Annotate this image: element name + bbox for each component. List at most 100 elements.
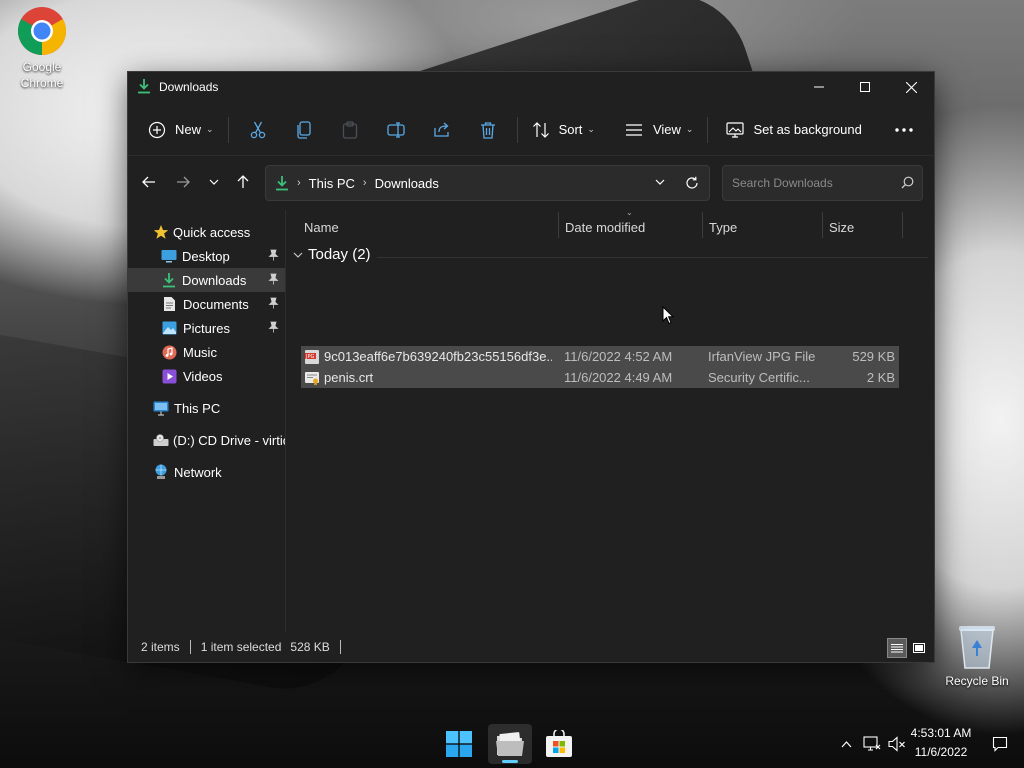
forward-button[interactable] [170,169,196,195]
plus-circle-icon [148,121,166,138]
sidebar-item-videos[interactable]: Videos [128,364,285,388]
chrome-icon [17,7,67,56]
certificate-file-icon [304,370,320,386]
address-bar[interactable]: › This PC › Downloads [265,165,710,201]
jpg-file-icon: JPG [304,349,320,365]
chevron-down-icon: ⌄ [587,124,595,134]
clock-date: 11/6/2022 [914,745,968,759]
details-view-button[interactable] [887,638,907,658]
sidebar-item-downloads[interactable]: Downloads [128,268,285,292]
search-input[interactable]: Search Downloads [722,165,923,201]
taskbar: 4:53:01 AM 11/6/2022 [0,720,1024,768]
desktop-icon-label: Google Chrome [20,60,64,90]
file-size: 2 KB [866,370,895,385]
new-button[interactable]: New ⌄ [140,113,222,147]
sidebar-item-cd-drive[interactable]: (D:) CD Drive - virtio [128,428,285,452]
column-header-size[interactable]: Size [829,210,899,244]
breadcrumb-downloads[interactable]: Downloads [375,176,439,191]
paste-button[interactable] [335,113,365,147]
up-button[interactable] [230,169,256,195]
large-icons-view-button[interactable] [909,638,929,658]
sidebar-item-desktop[interactable]: Desktop [128,244,285,268]
file-row[interactable]: JPG 9c013eaff6e7b639240fb23c55156df3e...… [301,346,899,367]
column-divider[interactable] [558,212,559,238]
file-list-pane: Name Date modified ⌄ Type Size Today (2)… [287,208,934,632]
sidebar-item-network[interactable]: Network [128,460,285,484]
sort-button[interactable]: Sort ⌄ [524,113,603,147]
pictures-icon [162,321,177,335]
group-divider [377,257,928,258]
volume-tray-button[interactable] [886,720,908,768]
minimize-button[interactable] [796,72,842,102]
sidebar-item-documents[interactable]: Documents [128,292,285,316]
network-tray-button[interactable] [860,720,884,768]
status-bar: 2 items 1 item selected 528 KB [128,632,934,662]
column-header-label: Name [304,219,339,235]
set-background-icon [726,121,745,138]
taskbar-file-explorer[interactable] [488,724,532,764]
column-divider[interactable] [702,212,703,238]
close-button[interactable] [888,72,934,102]
taskbar-microsoft-store[interactable] [537,724,581,764]
details-view-icon [891,643,903,652]
download-icon [137,78,151,97]
desktop-icon-chrome[interactable]: Google Chrome [2,6,82,91]
sidebar-item-label: Pictures [183,320,230,336]
share-icon [433,122,449,137]
sidebar-item-quick-access[interactable]: Quick access [128,220,285,244]
sort-indicator-icon: ⌄ [626,208,633,217]
column-header-name[interactable]: Name [304,210,559,244]
refresh-icon [686,176,698,189]
group-header-today[interactable]: Today (2) [293,246,371,263]
breadcrumb-this-pc[interactable]: This PC [309,176,355,191]
sidebar-item-label: Documents [183,296,249,312]
sidebar-item-music[interactable]: Music [128,340,285,364]
file-type: Security Certific... [708,370,810,385]
navigation-pane: Quick access Desktop Downloads Documents [128,210,286,632]
sidebar-item-this-pc[interactable]: This PC [128,396,285,420]
search-placeholder: Search Downloads [732,176,833,190]
new-label: New [175,122,202,137]
back-button[interactable] [136,169,162,195]
maximize-button[interactable] [842,72,888,102]
start-button[interactable] [437,724,481,764]
cut-button[interactable] [243,113,273,147]
column-header-type[interactable]: Type [709,210,819,244]
large-icons-view-icon [913,642,925,653]
set-as-background-button[interactable]: Set as background [718,113,869,147]
sidebar-item-label: This PC [174,400,221,416]
arrow-up-icon [237,175,249,188]
rename-button[interactable] [381,113,411,147]
file-explorer-window: Downloads New ⌄ Sort ⌄ View ⌄ Set as bac… [127,71,935,663]
toolbar-divider [227,116,229,143]
address-history-button[interactable] [655,179,665,185]
close-icon [905,81,917,93]
breadcrumb-separator-icon: › [297,177,301,189]
taskbar-clock[interactable]: 4:53:01 AM 11/6/2022 [908,724,974,762]
status-divider [339,640,341,654]
sort-label: Sort [558,122,583,137]
set-background-label: Set as background [753,122,862,137]
notifications-button[interactable] [988,720,1012,768]
recent-locations-button[interactable] [201,169,227,195]
sidebar-item-label: Network [174,464,222,480]
desktop-icon-recycle-bin[interactable]: Recycle Bin [937,622,1017,689]
view-label: View [652,122,681,137]
copy-button[interactable] [289,113,319,147]
copy-icon [296,120,311,139]
refresh-button[interactable] [685,176,699,190]
column-divider[interactable] [902,212,903,238]
show-hidden-icons-button[interactable] [836,720,856,768]
title-bar[interactable]: Downloads [128,72,934,102]
share-button[interactable] [427,113,457,147]
delete-button[interactable] [473,113,503,147]
column-header-date-modified[interactable]: Date modified ⌄ [565,208,705,244]
sidebar-item-pictures[interactable]: Pictures [128,316,285,340]
view-button[interactable]: View ⌄ [617,113,702,147]
column-header-label: Date modified [565,219,646,235]
column-divider[interactable] [822,212,823,238]
file-row[interactable]: penis.crt 11/6/2022 4:49 AM Security Cer… [301,367,899,388]
breadcrumb-separator-icon: › [362,177,367,189]
more-options-button[interactable] [886,113,922,147]
arrow-left-icon [142,176,155,188]
